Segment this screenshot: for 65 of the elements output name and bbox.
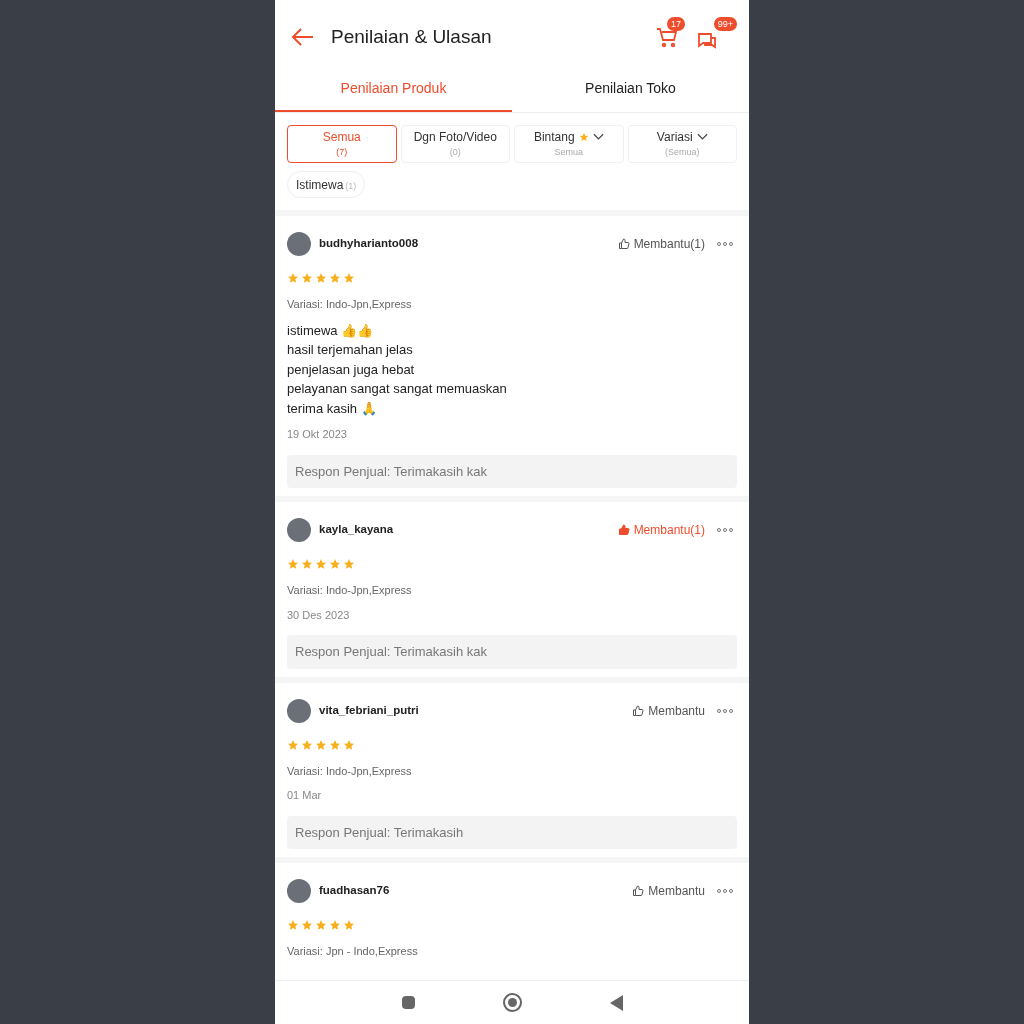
back-arrow-icon [291, 27, 315, 47]
star-icon [578, 132, 589, 143]
tab[interactable]: Penilaian Produk [275, 66, 512, 112]
username: kayla_kayana [319, 522, 394, 538]
star-icon [301, 558, 313, 570]
tab[interactable]: Penilaian Toko [512, 66, 749, 112]
home-button[interactable] [502, 993, 522, 1012]
avatar [287, 232, 311, 256]
star-icon [315, 558, 327, 570]
helpful-button[interactable]: Membantu [632, 701, 705, 720]
filter-button[interactable]: Dgn Foto/Video (0) [400, 125, 510, 163]
thumbs-up-icon [632, 885, 645, 897]
thumbs-up-icon [617, 238, 630, 250]
variation-text: Variasi: Indo-Jpn,Express [287, 763, 412, 779]
star-icon [315, 738, 327, 751]
username: fuadhasan76 [319, 883, 390, 899]
chevron-down-icon [696, 133, 708, 142]
review-text: istimewa 👍👍 hasil terjemahan jelas penjelasan juga hebat pelayanan sangat sangat memuaskan terima kasih 🙏 [287, 321, 507, 418]
username: budhyharianto008 [319, 236, 419, 252]
variation-text: Variasi: Jpn - Indo,Express [287, 944, 418, 959]
star-icon [301, 919, 313, 931]
review-date: 19 Okt 2023 [287, 427, 347, 442]
avatar [287, 518, 311, 542]
star-icon [329, 272, 341, 284]
star-icon [287, 919, 299, 931]
filter-button[interactable]: Variasi (Semua) [627, 125, 737, 163]
variation-text: Variasi: Indo-Jpn,Express [287, 583, 412, 598]
star-icon [287, 272, 299, 284]
filter-button[interactable]: Semua (7) [287, 125, 397, 163]
chat-button[interactable]: 99+ [695, 17, 737, 57]
star-icon [343, 272, 355, 284]
variation-text: Variasi: Indo-Jpn,Express [287, 297, 412, 312]
star-icon [287, 738, 299, 751]
seller-response: Respon Penjual: Terimakasih kak [287, 454, 737, 488]
cart-badge: 17 [667, 17, 685, 31]
username: vita_febriani_putri [319, 702, 419, 718]
star-icon [315, 272, 327, 284]
helpful-button[interactable]: Membantu(1) [617, 235, 705, 253]
star-icon [287, 558, 299, 570]
back-nav-button[interactable] [609, 994, 623, 1011]
star-icon [329, 738, 341, 751]
recents-button[interactable] [401, 996, 415, 1009]
star-icon [343, 558, 355, 570]
seller-response: Respon Penjual: Terimakasih kak [287, 635, 737, 669]
seller-response: Respon Penjual: Terimakasih [287, 815, 737, 849]
review-date: 30 Des 2023 [287, 607, 350, 623]
star-icon [329, 919, 341, 931]
thumbs-up-icon [617, 524, 630, 536]
cart-icon [655, 25, 679, 49]
chevron-down-icon [592, 133, 604, 142]
star-icon [301, 272, 313, 284]
avatar [287, 879, 311, 903]
thumbs-up-icon [632, 704, 645, 717]
chat-badge: 99+ [713, 17, 737, 31]
star-icon [315, 919, 327, 931]
avatar [287, 698, 311, 723]
helpful-button[interactable]: Membantu(1) [617, 521, 705, 539]
star-icon [343, 919, 355, 931]
page-title: Penilaian & Ulasan [331, 24, 492, 49]
star-icon [343, 738, 355, 751]
filter-button[interactable]: Bintang Semua [514, 125, 624, 163]
star-icon [301, 738, 313, 751]
helpful-button[interactable]: Membantu [632, 882, 705, 900]
review-date: 01 Mar [287, 788, 322, 803]
star-icon [329, 558, 341, 570]
